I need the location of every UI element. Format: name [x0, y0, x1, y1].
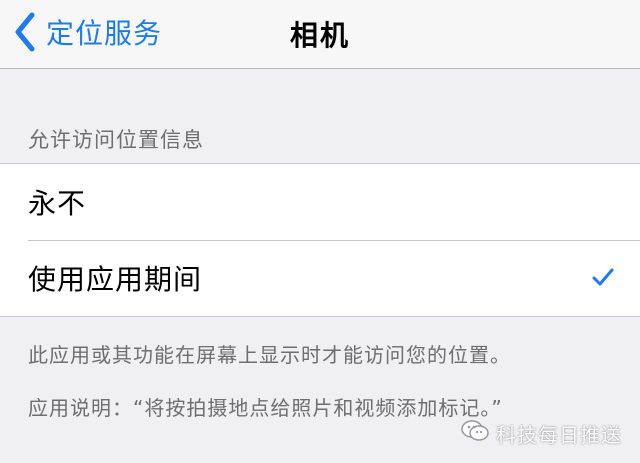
option-while-using[interactable]: 使用应用期间	[0, 240, 640, 316]
location-access-options: 永不 使用应用期间	[0, 163, 640, 317]
section-header: 允许访问位置信息	[28, 128, 204, 152]
watermark: 科技每日推送	[460, 418, 622, 448]
option-label: 永不	[28, 187, 87, 220]
app-description: 应用说明：“将按拍摄地点给照片和视频添加标记。”	[28, 396, 503, 420]
option-never[interactable]: 永不	[0, 164, 640, 240]
navigation-bar: 定位服务 相机	[0, 0, 640, 69]
wechat-icon	[460, 418, 490, 448]
watermark-label: 科技每日推送	[496, 422, 622, 447]
footer-note: 此应用或其功能在屏幕上显示时才能访问您的位置。	[28, 343, 511, 367]
checkmark-icon	[592, 268, 614, 290]
option-label: 使用应用期间	[28, 263, 203, 296]
page-title: 相机	[289, 19, 350, 52]
